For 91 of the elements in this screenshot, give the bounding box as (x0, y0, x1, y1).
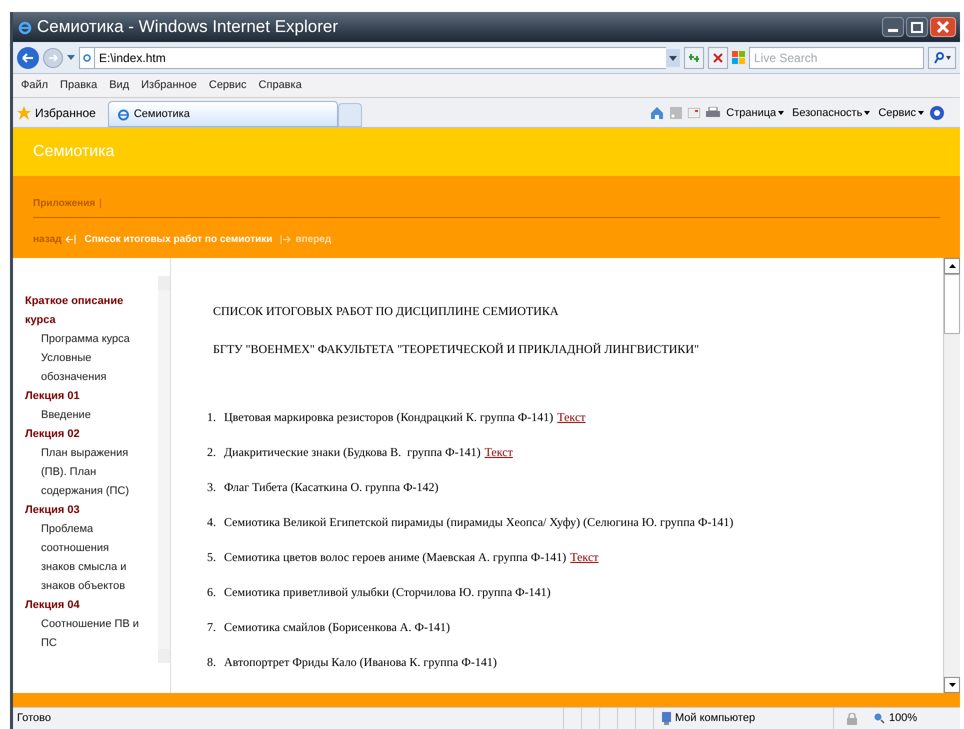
command-menu[interactable]: Страница (726, 104, 784, 122)
star-icon (17, 106, 31, 120)
sidebar-section[interactable]: Лекция 03 (25, 501, 146, 520)
sidebar-section[interactable]: Краткое описание курса (25, 292, 146, 330)
sidebar-item[interactable]: План выражения (ПВ). План содержания (ПС) (25, 444, 146, 501)
list-number: 8. (207, 654, 216, 671)
scrollbar[interactable] (943, 258, 960, 693)
scrollbar-thumb[interactable] (944, 274, 960, 334)
windows-logo-icon (732, 51, 745, 64)
caret-icon (864, 111, 870, 115)
minimize-icon (888, 29, 898, 32)
dropdown-icon (946, 56, 950, 60)
page-heading: БГТУ "ВОЕНМЕХ" ФАКУЛЬТЕТА "ТЕОРЕТИЧЕСКОЙ И ПРИКЛАДНОЙ ЛИНГВИСТИКИ" (213, 341, 699, 358)
zoom-level[interactable]: 100% (889, 710, 918, 727)
stop-icon (713, 52, 723, 62)
work-title: Диакритические знаки (Будкова В. группа Ф-141) (224, 444, 481, 461)
text-link[interactable]: Текст (484, 443, 513, 461)
sidebar-section[interactable]: Лекция 02 (25, 425, 146, 444)
menu-item[interactable]: Справка (258, 77, 302, 94)
separator: | (99, 197, 102, 211)
list-number: 7. (207, 619, 216, 636)
work-title: Флаг Тибета (Касаткина О. группа Ф-142) (224, 479, 439, 496)
list-number: 5. (207, 549, 216, 566)
page-icon (79, 46, 95, 68)
down-arrow-icon (948, 683, 956, 687)
dropdown-icon[interactable] (666, 48, 680, 66)
menu-item[interactable]: Файл (21, 77, 48, 94)
current-page: Список итоговых работ по семиотики (84, 233, 272, 247)
search-icon (934, 52, 944, 64)
close-button[interactable] (930, 17, 956, 37)
zoom-icon (874, 713, 885, 724)
back-arrow-icon (65, 235, 76, 244)
work-title: Семиотика Великой Египетской пирамиды (пирамиды Хеопса/ Хуфу) (Селюгина Ю. группа Ф-141) (224, 514, 734, 531)
forward-button[interactable] (43, 48, 63, 68)
dropdown-icon[interactable] (67, 54, 75, 60)
sidebar-item[interactable]: Проблема соотношения знаков смысла и знаков объектов (25, 520, 146, 596)
browser-icon (17, 19, 33, 35)
work-title: Цветовая маркировка резисторов (Кондрацкий К. группа Ф-141) (224, 409, 554, 426)
back-arrow-icon (22, 52, 34, 62)
caret-icon (778, 111, 784, 115)
menu-item[interactable]: Вид (109, 77, 130, 94)
search-button[interactable] (928, 46, 956, 68)
window-title: Семиотика - Windows Internet Explorer (37, 16, 338, 38)
command-menu[interactable]: Безопасность (792, 104, 870, 122)
list-number: 4. (207, 514, 216, 531)
help-icon[interactable] (930, 106, 944, 120)
work-title: Семиотика приветливой улыбки (Сторчилова Ю. группа Ф-141) (224, 584, 551, 601)
favorites-button[interactable]: Избранное (35, 104, 96, 122)
list-number: 2. (207, 444, 216, 461)
menu-item[interactable]: Правка (60, 77, 98, 94)
browser-icon (116, 108, 130, 120)
up-arrow-icon (948, 264, 956, 268)
work-title: Семиотика смайлов (Борисенкова А. Ф-141) (224, 619, 450, 636)
zone-text: Мой компьютер (675, 711, 756, 726)
sidebar-item[interactable]: Условные обозначения (25, 349, 146, 387)
forward-arrow-icon (280, 235, 292, 244)
address-field[interactable]: E:\index.htm (95, 46, 666, 68)
scrollbar[interactable] (158, 276, 170, 663)
printer-icon[interactable] (706, 107, 720, 119)
sidebar-section[interactable]: Лекция 04 (25, 596, 146, 615)
work-title: Семиотика цветов волос героев аниме (Маевская А. группа Ф-141) (224, 549, 566, 566)
close-icon (937, 21, 949, 33)
menu-item[interactable]: Сервис (208, 77, 247, 94)
sidebar-item[interactable]: Соотношение ПВ и ПС (25, 615, 146, 653)
maximize-button[interactable] (906, 17, 928, 37)
list-number: 3. (207, 479, 216, 496)
list-number: 6. (207, 584, 216, 601)
minimize-button[interactable] (882, 17, 904, 37)
stop-button[interactable] (708, 46, 728, 68)
text-link[interactable]: Текст (570, 548, 599, 566)
forward-arrow-icon (48, 54, 58, 62)
caret-icon (918, 111, 924, 115)
mail-icon[interactable] (688, 108, 700, 118)
status-text: Готово (16, 711, 52, 726)
home-icon[interactable] (650, 106, 664, 120)
search-field[interactable]: Live Search (749, 46, 924, 68)
sidebar-item[interactable]: Введение (25, 406, 146, 425)
back-button[interactable] (17, 46, 39, 68)
command-menu[interactable]: Сервис (878, 104, 924, 122)
refresh-icon (688, 52, 700, 62)
sidebar-item[interactable]: Программа курса (25, 330, 146, 349)
work-title: Автопортрет Фриды Кало (Иванова К. группа Ф-141) (224, 654, 497, 671)
site-title: Семиотика (33, 142, 114, 162)
text-link[interactable]: Текст (557, 408, 586, 426)
list-number: 1. (207, 409, 216, 426)
maximize-icon (911, 22, 923, 32)
computer-icon (662, 712, 671, 725)
sidebar-section[interactable]: Лекция 01 (25, 387, 146, 406)
browser-tab[interactable]: Семиотика (108, 101, 338, 127)
menu-item[interactable]: Избранное (141, 77, 197, 94)
page-heading: СПИСОК ИТОГОВЫХ РАБОТ ПО ДИСЦИПЛИНЕ СЕМИОТИКА (213, 303, 559, 320)
